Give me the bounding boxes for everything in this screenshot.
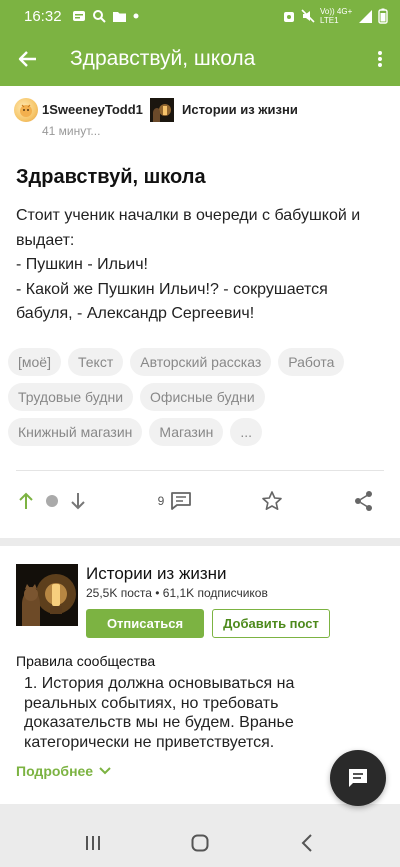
community-stats: 25,5K поста • 61,1K подписчиков bbox=[86, 586, 268, 600]
tag[interactable]: Книжный магазин bbox=[8, 418, 143, 446]
alarm-icon bbox=[282, 9, 296, 23]
divider bbox=[16, 470, 384, 471]
post-actions: 9 bbox=[0, 480, 400, 522]
share-button[interactable] bbox=[350, 480, 378, 522]
post-body: Стоит ученик началки в очереди с бабушко… bbox=[16, 204, 386, 327]
upvote-button[interactable] bbox=[14, 480, 38, 522]
recents-icon bbox=[86, 835, 101, 850]
signal-icon bbox=[359, 9, 373, 23]
back-icon bbox=[301, 833, 312, 852]
tag[interactable]: Авторский рассказ bbox=[130, 348, 272, 376]
save-button[interactable] bbox=[258, 480, 286, 522]
chat-fab[interactable] bbox=[330, 750, 386, 806]
rating-dot bbox=[46, 495, 58, 507]
tag[interactable]: Офисные будни bbox=[140, 383, 265, 411]
community-title[interactable]: Истории из жизни bbox=[86, 564, 227, 584]
battery-icon bbox=[378, 8, 388, 24]
more-link[interactable]: Подробнее bbox=[16, 763, 111, 779]
status-right-icons: Vo)) 4G+ LTE1 bbox=[282, 7, 388, 25]
more-tags-button[interactable]: ... bbox=[230, 418, 263, 446]
rules-text: 1. История должна основываться на реальн… bbox=[24, 675, 295, 751]
post-paragraph: - Какой же Пушкин Ильич!? - сокрушается … bbox=[16, 280, 328, 323]
search-status-icon bbox=[92, 9, 106, 23]
arrow-down-icon bbox=[71, 493, 85, 510]
post-card: 1SweeneyTodd1 Истории из жизни 41 минут.… bbox=[0, 86, 400, 538]
community-name[interactable]: Истории из жизни bbox=[182, 102, 298, 117]
home-button[interactable] bbox=[170, 823, 230, 863]
home-icon bbox=[191, 834, 209, 851]
post-header: 1SweeneyTodd1 Истории из жизни 41 минут.… bbox=[14, 98, 386, 138]
more-vertical-icon bbox=[378, 51, 382, 67]
more-link-label: Подробнее bbox=[16, 763, 94, 779]
community-avatar[interactable] bbox=[150, 98, 174, 122]
tag[interactable]: Работа bbox=[278, 348, 345, 376]
recents-button[interactable] bbox=[63, 823, 123, 863]
comment-count: 9 bbox=[157, 494, 165, 508]
system-back-button[interactable] bbox=[277, 823, 337, 863]
tag[interactable]: Текст bbox=[67, 348, 124, 376]
post-paragraph: - Пушкин - Ильич! bbox=[16, 256, 148, 273]
share-icon bbox=[355, 491, 372, 511]
dot-icon bbox=[133, 13, 139, 19]
rules-title: Правила сообщества bbox=[16, 653, 156, 669]
system-nav-bar bbox=[0, 818, 400, 867]
status-time: 16:32 bbox=[24, 7, 62, 25]
rating-indicator bbox=[44, 480, 60, 522]
status-left-icons bbox=[72, 9, 139, 23]
app-bar: Здравствуй, школа bbox=[0, 32, 400, 86]
more-options-button[interactable] bbox=[360, 32, 400, 86]
author-name[interactable]: 1SweeneyTodd1 bbox=[42, 102, 143, 117]
status-bar: 16:32 Vo)) 4G+ LTE1 bbox=[0, 0, 400, 32]
chat-icon bbox=[349, 769, 367, 787]
chevron-down-icon bbox=[99, 767, 111, 775]
tag[interactable]: [моё] bbox=[8, 348, 61, 376]
downvote-button[interactable] bbox=[66, 480, 90, 522]
post-paragraph: Стоит ученик началки в очереди с бабушко… bbox=[16, 207, 361, 249]
tag[interactable]: Трудовые будни bbox=[8, 383, 134, 411]
unsubscribe-button[interactable]: Отписаться bbox=[86, 609, 204, 638]
back-button[interactable] bbox=[0, 32, 56, 86]
arrow-left-icon bbox=[18, 51, 36, 67]
tag-list: [моё] Текст Авторский рассказ Работа Тру… bbox=[8, 348, 388, 446]
mute-icon bbox=[301, 9, 315, 23]
folder-icon bbox=[112, 10, 127, 23]
page-title: Здравствуй, школа bbox=[70, 47, 256, 70]
post-title: Здравствуй, школа bbox=[16, 166, 206, 188]
comments-button[interactable]: 9 bbox=[150, 480, 200, 522]
star-icon bbox=[262, 491, 282, 510]
author-avatar[interactable] bbox=[14, 98, 38, 122]
tag[interactable]: Магазин bbox=[149, 418, 224, 446]
post-time: 41 минут... bbox=[42, 124, 101, 138]
notification-icon bbox=[72, 9, 86, 23]
add-post-button[interactable]: Добавить пост bbox=[212, 609, 330, 638]
comment-icon bbox=[171, 492, 192, 510]
network-label: Vo)) 4G+ LTE1 bbox=[320, 7, 353, 25]
arrow-up-icon bbox=[19, 492, 33, 509]
community-image[interactable] bbox=[16, 564, 78, 626]
